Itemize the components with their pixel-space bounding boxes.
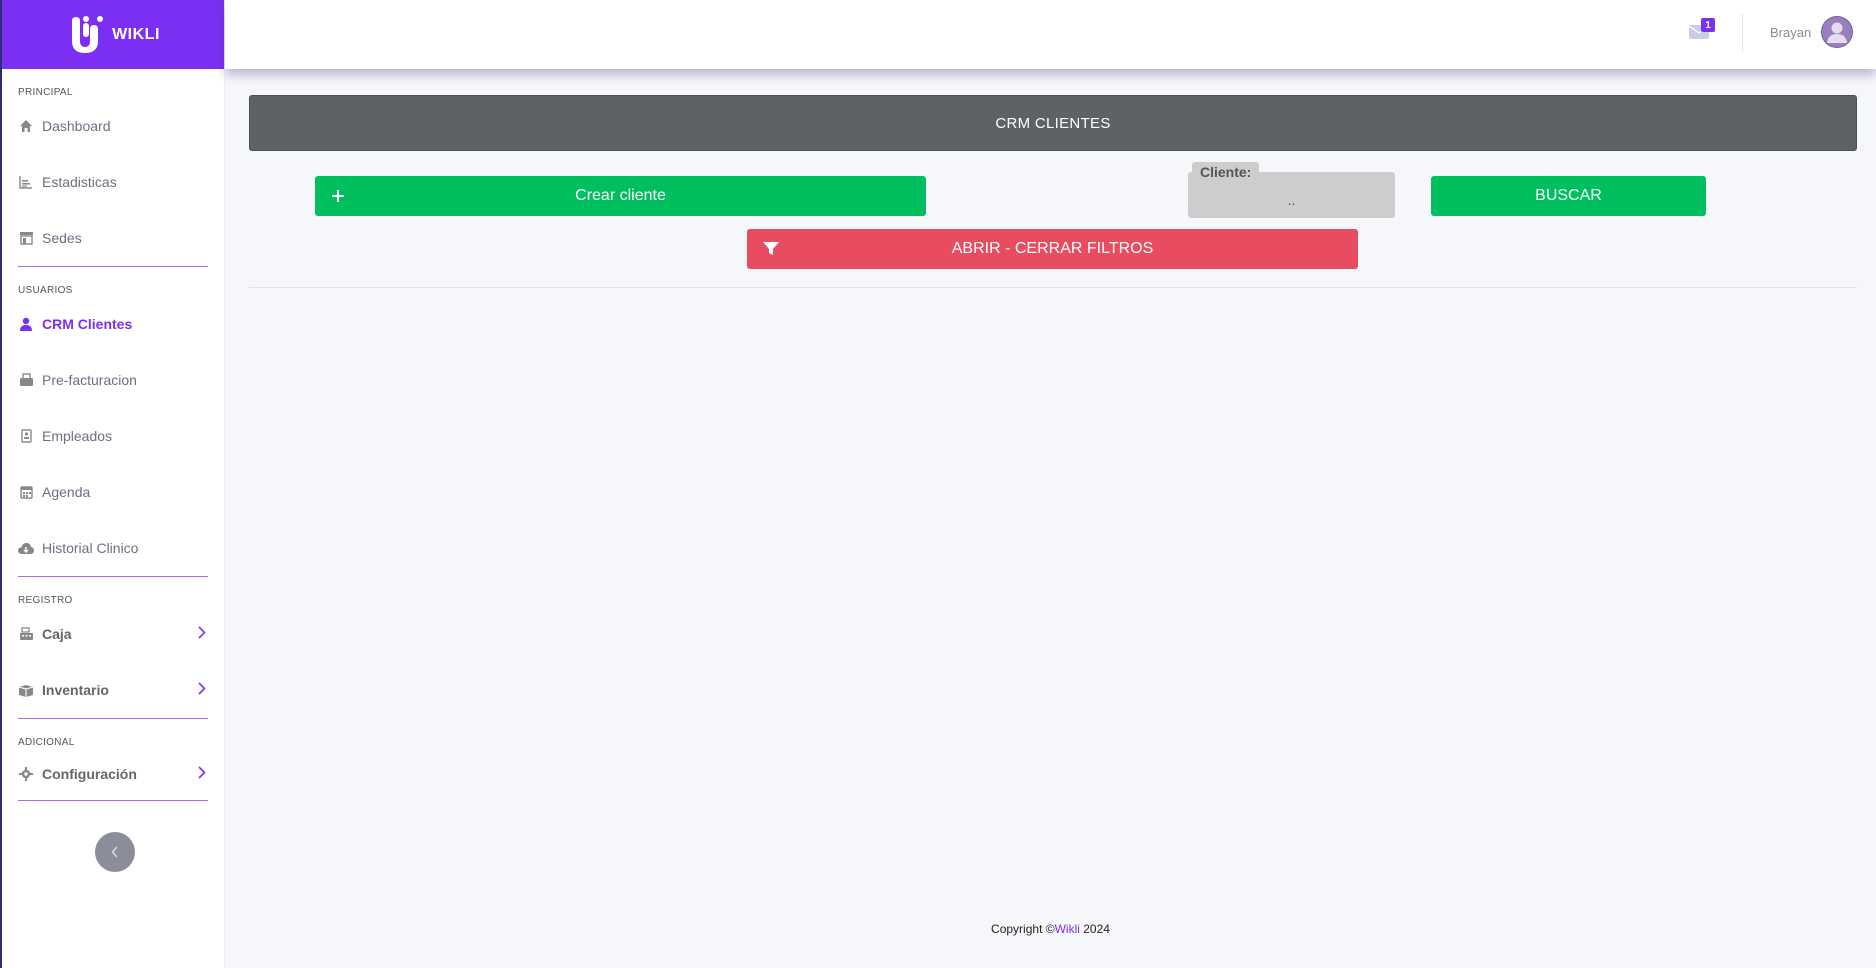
chart-icon	[18, 174, 34, 190]
sidebar-item-configuracion[interactable]: Configuración	[18, 748, 208, 800]
sidebar-item-estadisticas[interactable]: Estadisticas	[18, 154, 208, 210]
cloud-download-icon	[18, 540, 34, 556]
home-icon	[18, 118, 34, 134]
copyright-year: 2024	[1079, 922, 1110, 936]
filter-icon	[763, 242, 779, 256]
sidebar-item-historial-clinico[interactable]: Historial Clinico	[18, 520, 208, 576]
footer-brand-link[interactable]: Wikli	[1055, 922, 1080, 936]
content-divider	[249, 287, 1857, 288]
footer: Copyright ©Wikli 2024	[225, 922, 1876, 936]
section-title-usuarios: USUARIOS	[18, 285, 73, 296]
client-label: Cliente:	[1192, 162, 1260, 182]
section-title-adicional: ADICIONAL	[18, 737, 75, 748]
create-client-label: Crear cliente	[575, 187, 666, 204]
user-name: Brayan	[1770, 24, 1812, 40]
user-menu[interactable]: Brayan	[1770, 16, 1854, 48]
sidebar-item-label: Configuración	[42, 766, 137, 782]
search-label: BUSCAR	[1535, 187, 1602, 204]
topbar-divider	[1742, 14, 1743, 52]
sidebar-item-dashboard[interactable]: Dashboard	[18, 98, 208, 154]
plus-icon	[331, 189, 345, 203]
badge-icon	[18, 428, 34, 444]
gear-icon	[18, 766, 34, 782]
brand-header[interactable]: WIKLI	[2, 0, 224, 69]
chevron-left-icon	[111, 846, 118, 858]
user-icon	[18, 316, 34, 332]
sidebar-item-crm-clientes[interactable]: CRM Clientes	[18, 296, 208, 352]
sidebar-item-label: Estadisticas	[42, 174, 117, 190]
section-title-registro: REGISTRO	[18, 595, 73, 606]
sidebar-item-label: Pre-facturacion	[42, 372, 137, 388]
chevron-right-icon	[198, 766, 206, 782]
sidebar-item-label: Agenda	[42, 484, 91, 500]
cash-register-icon	[18, 626, 34, 642]
create-client-button[interactable]: Crear cliente	[315, 176, 926, 216]
section-title-principal: PRINCIPAL	[18, 87, 73, 98]
chevron-right-icon	[198, 626, 206, 642]
sidebar-item-agenda[interactable]: Agenda	[18, 464, 208, 520]
sidebar-item-label: Empleados	[42, 428, 113, 444]
sidebar-collapse-button[interactable]	[95, 832, 135, 872]
chevron-right-icon	[198, 682, 206, 698]
topbar: 1 Brayan	[225, 0, 1876, 69]
user-avatar-icon	[1822, 17, 1853, 47]
client-input[interactable]	[1188, 186, 1395, 214]
sidebar-item-label: Caja	[42, 626, 72, 642]
sidebar-item-pre-facturacion[interactable]: Pre-facturacion	[18, 352, 208, 408]
sidebar: WIKLI PRINCIPAL Dashboard Estadisticas S…	[0, 0, 225, 968]
avatar	[1821, 16, 1854, 48]
sidebar-nav: PRINCIPAL Dashboard Estadisticas Sedes U…	[2, 69, 224, 801]
sidebar-item-label: Inventario	[42, 682, 109, 698]
messages-button[interactable]: 1	[1689, 18, 1715, 40]
box-icon	[18, 682, 34, 698]
sidebar-item-label: Sedes	[42, 230, 82, 246]
invoice-icon	[18, 372, 34, 388]
sidebar-item-empleados[interactable]: Empleados	[18, 408, 208, 464]
sidebar-item-label: Historial Clinico	[42, 540, 139, 556]
wikli-logo-icon	[72, 15, 104, 53]
store-icon	[18, 230, 34, 246]
sidebar-item-sedes[interactable]: Sedes	[18, 210, 208, 266]
toggle-filters-button[interactable]: ABRIR - CERRAR FILTROS	[747, 229, 1358, 269]
client-filter: Cliente:	[1188, 162, 1395, 218]
copyright-prefix: Copyright ©	[991, 922, 1055, 936]
sidebar-item-inventario[interactable]: Inventario	[18, 662, 208, 718]
brand-name: WIKLI	[112, 25, 160, 43]
page-title: CRM CLIENTES	[249, 95, 1857, 151]
main-content: CRM CLIENTES Crear cliente Cliente: BUSC…	[249, 95, 1857, 288]
calendar-icon	[18, 484, 34, 500]
sidebar-item-label: CRM Clientes	[42, 316, 133, 332]
toggle-filters-label: ABRIR - CERRAR FILTROS	[951, 240, 1154, 257]
sidebar-item-caja[interactable]: Caja	[18, 606, 208, 662]
search-button[interactable]: BUSCAR	[1431, 176, 1706, 216]
nav-divider	[18, 800, 208, 801]
sidebar-item-label: Dashboard	[42, 118, 111, 134]
messages-count-badge: 1	[1701, 18, 1715, 32]
